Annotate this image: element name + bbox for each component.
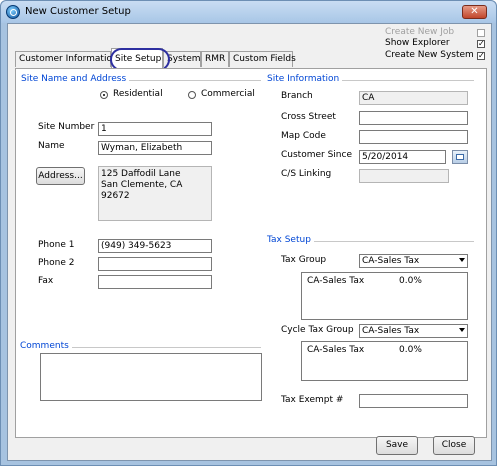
calendar-icon[interactable] [452, 150, 468, 164]
chevron-down-icon [459, 328, 465, 332]
tax-exempt-field[interactable] [359, 394, 468, 408]
phone2-field[interactable] [98, 257, 212, 271]
tax-group-list-item-name: CA-Sales Tax [307, 276, 365, 286]
create-new-job-option[interactable]: Create New Job [385, 27, 454, 37]
show-explorer-label: Show Explorer [385, 38, 450, 48]
save-button[interactable]: Save [376, 436, 418, 455]
site-setup-panel: Site Name and Address Residential Commer… [15, 68, 487, 438]
window: New Customer Setup ✕ Create New Job Show… [0, 0, 497, 466]
show-explorer-checkbox[interactable]: ✓ [477, 40, 485, 48]
cs-linking-field [359, 169, 449, 183]
cross-street-label: Cross Street [281, 112, 336, 122]
tax-group-select[interactable]: CA-Sales Tax [359, 254, 468, 268]
tab-custom-fields[interactable]: Custom Fields [229, 51, 296, 67]
site-name-group-title: Site Name and Address [21, 74, 130, 84]
create-new-system-option[interactable]: Create New System [385, 50, 474, 60]
phone1-field[interactable]: (949) 349-5623 [98, 239, 212, 253]
cycle-tax-group-select[interactable]: CA-Sales Tax [359, 324, 468, 338]
tax-group-label: Tax Group [281, 255, 327, 265]
address-button[interactable]: Address... [36, 167, 85, 185]
chevron-down-icon [459, 258, 465, 262]
tax-group-list-item-rate: 0.0% [399, 276, 422, 286]
commercial-label: Commercial [201, 89, 255, 99]
dialog-body: Create New Job Show Explorer ✓ Create Ne… [7, 23, 492, 461]
create-new-system-label: Create New System [385, 50, 474, 60]
close-button[interactable]: Close [433, 436, 475, 455]
cs-linking-label: C/S Linking [281, 169, 332, 179]
cycle-tax-group-label: Cycle Tax Group [281, 325, 354, 335]
branch-label: Branch [281, 91, 313, 101]
name-field[interactable]: Wyman, Elizabeth [98, 141, 212, 155]
tax-exempt-label: Tax Exempt # [281, 395, 344, 405]
create-new-job-checkbox[interactable] [477, 29, 485, 37]
site-information-title: Site Information [267, 74, 343, 84]
residential-label: Residential [113, 89, 163, 99]
app-icon [6, 5, 20, 19]
map-code-label: Map Code [281, 131, 326, 141]
residential-radio[interactable] [100, 91, 108, 99]
tab-customer-information[interactable]: Customer Information [15, 51, 118, 67]
cycle-tax-group-list-item-rate: 0.0% [399, 345, 422, 355]
tax-group-list[interactable]: CA-Sales Tax 0.0% [301, 272, 468, 320]
site-number-label: Site Number [38, 122, 95, 132]
fax-field[interactable] [98, 275, 212, 289]
fax-label: Fax [38, 276, 54, 286]
comments-field[interactable] [40, 353, 262, 401]
address-line-2: San Clemente, CA 92672 [101, 180, 183, 201]
tax-setup-title: Tax Setup [267, 235, 314, 245]
show-explorer-option[interactable]: Show Explorer [385, 38, 450, 48]
customer-since-label: Customer Since [281, 150, 352, 160]
phone1-label: Phone 1 [38, 240, 75, 250]
create-new-job-label: Create New Job [385, 27, 455, 37]
window-close-button[interactable]: ✕ [462, 5, 487, 19]
cycle-tax-group-selected: CA-Sales Tax [362, 326, 420, 336]
tax-group-selected: CA-Sales Tax [362, 256, 420, 266]
cross-street-field[interactable] [359, 111, 468, 125]
address-line-1: 125 Daffodil Lane [101, 169, 181, 179]
address-display: 125 Daffodil Lane San Clemente, CA 92672 [98, 166, 212, 221]
phone2-label: Phone 2 [38, 258, 75, 268]
commercial-radio[interactable] [188, 91, 196, 99]
create-new-system-checkbox[interactable]: ✓ [477, 52, 485, 60]
tab-rmr[interactable]: RMR [201, 51, 229, 67]
site-number-field[interactable]: 1 [98, 122, 212, 136]
title-bar[interactable]: New Customer Setup ✕ [1, 1, 496, 23]
window-title: New Customer Setup [25, 6, 131, 17]
name-label: Name [38, 141, 65, 151]
branch-field: CA [359, 91, 468, 105]
cycle-tax-group-list[interactable]: CA-Sales Tax 0.0% [301, 341, 468, 381]
comments-title: Comments [20, 341, 72, 351]
map-code-field[interactable] [359, 130, 468, 144]
customer-since-field[interactable]: 5/20/2014 [359, 150, 446, 164]
cycle-tax-group-list-item-name: CA-Sales Tax [307, 345, 365, 355]
